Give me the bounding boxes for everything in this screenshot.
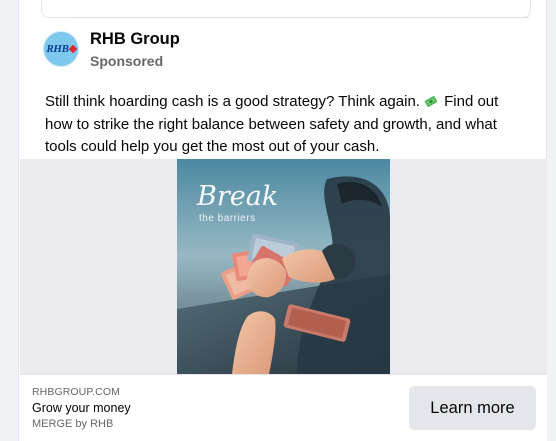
link-headline[interactable]: Grow your money <box>32 401 131 415</box>
page-background <box>0 0 18 441</box>
money-with-wings-icon <box>424 96 438 107</box>
image-overlay-title: Break <box>196 181 278 212</box>
brand-logo-text: RHB <box>46 43 69 55</box>
page-name-link[interactable]: RHB Group <box>90 30 180 49</box>
call-to-action-bar[interactable]: RHBGROUP.COM Grow your money MERGE by RH… <box>20 374 547 441</box>
avatar[interactable]: RHB <box>43 31 79 67</box>
image-overlay-subtitle: the barriers <box>199 213 256 224</box>
link-description[interactable]: MERGE by RHB <box>32 418 113 430</box>
post-text-part1: Still think hoarding cash is a good stra… <box>45 93 420 110</box>
learn-more-button[interactable]: Learn more <box>409 386 536 430</box>
ad-media-area[interactable]: Break the barriers <box>20 159 547 374</box>
brand-diamond-icon <box>68 44 77 54</box>
ad-image[interactable]: Break the barriers <box>177 159 390 374</box>
divider <box>69 17 529 18</box>
sponsored-label[interactable]: Sponsored <box>90 53 163 69</box>
sponsored-post-card: RHB RHB Group Sponsored Still think hoar… <box>18 0 547 441</box>
previous-post-edge <box>41 0 531 18</box>
post-text: Still think hoarding cash is a good stra… <box>45 91 525 159</box>
link-domain[interactable]: RHBGROUP.COM <box>32 386 120 398</box>
